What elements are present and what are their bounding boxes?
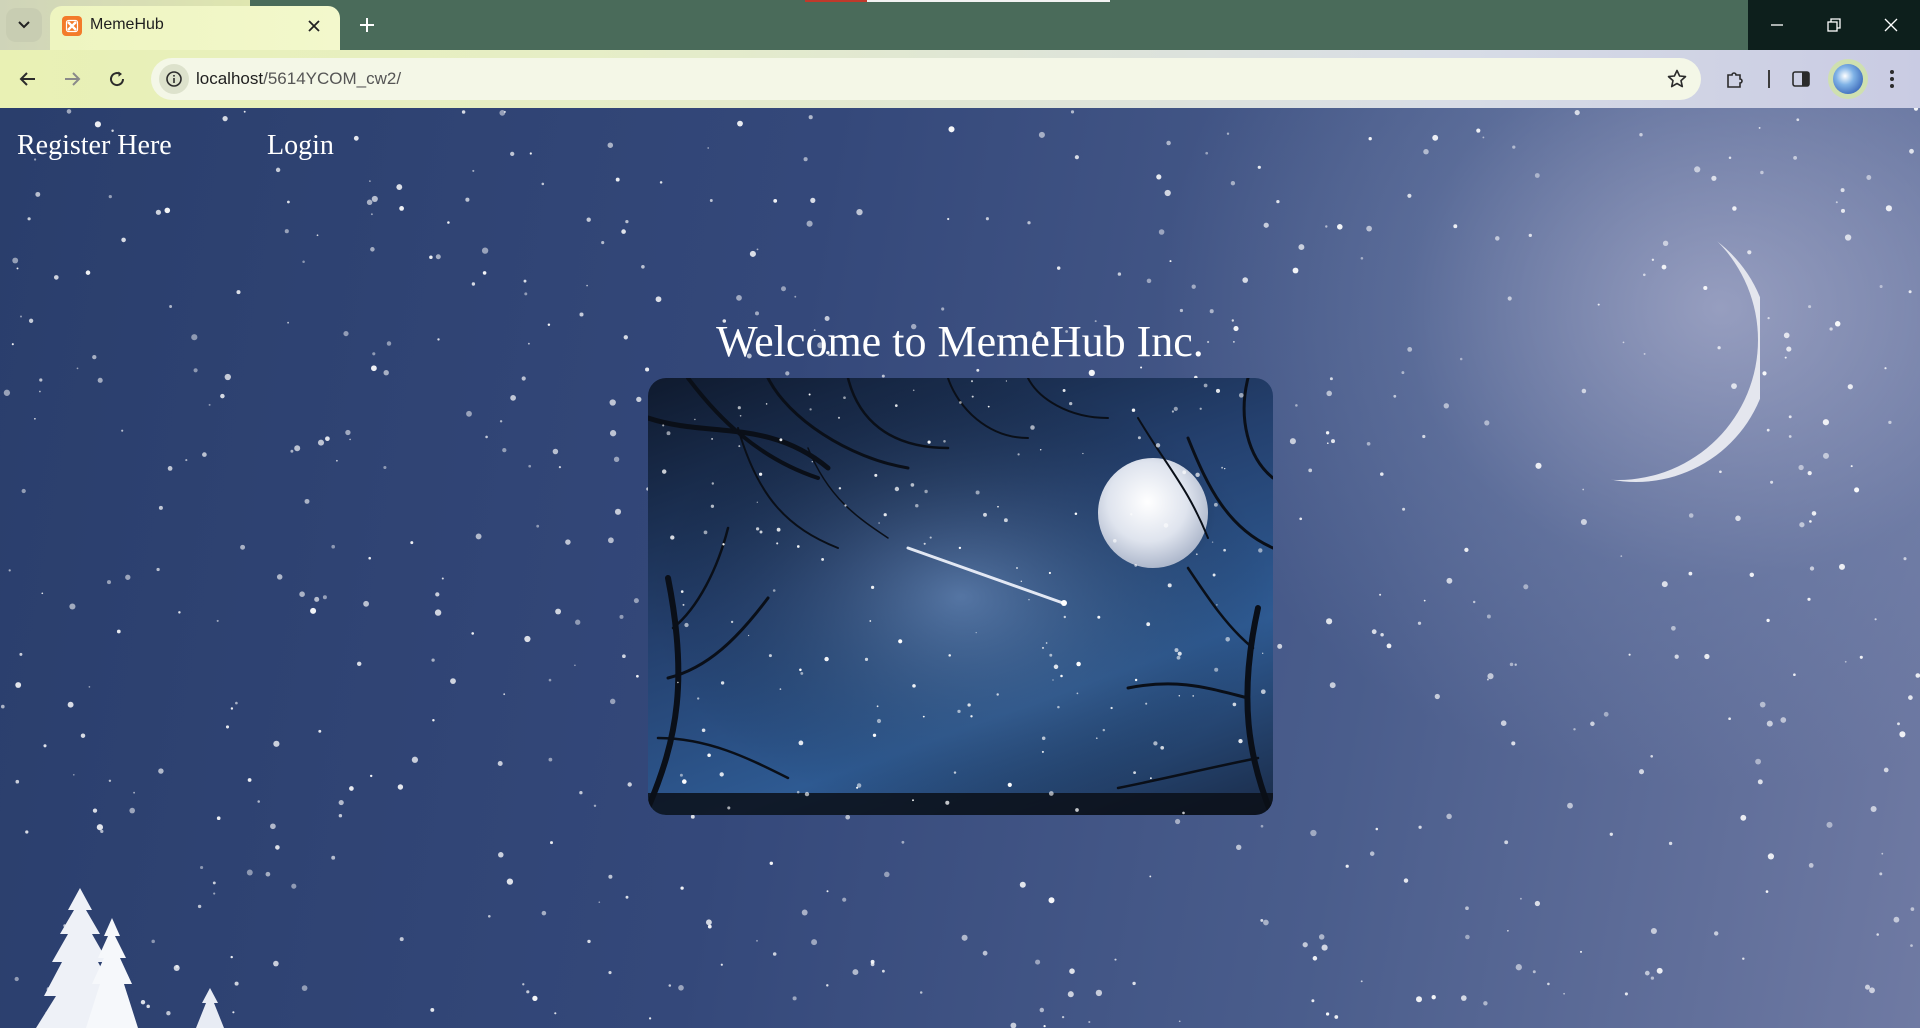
window-title-strip — [805, 0, 1110, 2]
star-icon — [1667, 69, 1687, 88]
browser-menu-button[interactable] — [1876, 63, 1908, 95]
close-window-button[interactable] — [1863, 0, 1920, 50]
restore-button[interactable] — [1805, 0, 1862, 50]
browser-toolbar: localhost/5614YCOM_cw2/ — [0, 50, 1920, 108]
site-info-icon — [166, 71, 182, 87]
avatar-icon — [1833, 64, 1863, 94]
restore-icon — [1827, 18, 1841, 32]
plus-icon — [360, 18, 374, 32]
page-title: Welcome to MemeHub Inc. — [716, 317, 1204, 366]
tab-search-button[interactable] — [6, 8, 42, 42]
side-panel-button[interactable] — [1785, 63, 1817, 95]
back-button[interactable] — [12, 63, 44, 95]
address-bar[interactable]: localhost/5614YCOM_cw2/ — [151, 58, 1701, 100]
new-tab-button[interactable] — [352, 10, 382, 40]
chevron-down-icon — [18, 21, 30, 29]
snowy-trees-decoration — [36, 888, 224, 1028]
extensions-button[interactable] — [1719, 63, 1751, 95]
url-path: /5614YCOM_cw2/ — [263, 69, 402, 88]
toolbar-separator — [1768, 70, 1770, 88]
url-text: localhost/5614YCOM_cw2/ — [196, 69, 401, 89]
night-sky-illustration — [648, 378, 1273, 815]
profile-button[interactable] — [1828, 59, 1868, 99]
login-link[interactable]: Login — [267, 130, 334, 162]
tab-title: MemeHub — [90, 16, 164, 33]
hero-image — [648, 378, 1273, 815]
minimize-icon — [1770, 24, 1783, 26]
reload-icon — [110, 71, 125, 87]
tab-strip: MemeHub — [0, 0, 1920, 50]
puzzle-icon — [1727, 72, 1743, 88]
reload-button[interactable] — [101, 63, 133, 95]
site-info-button[interactable] — [159, 64, 189, 94]
close-icon — [308, 20, 320, 32]
bookmark-button[interactable] — [1665, 67, 1689, 91]
full-moon — [1098, 458, 1208, 568]
url-host: localhost — [196, 69, 264, 88]
arrow-left-icon — [19, 72, 35, 86]
page-viewport: Register Here Login Welcome to MemeHub I… — [0, 108, 1920, 1028]
side-panel-icon — [1792, 71, 1810, 87]
xampp-icon — [62, 16, 82, 36]
active-tab[interactable]: MemeHub — [50, 6, 340, 50]
close-window-icon — [1884, 18, 1898, 32]
window-controls — [1748, 0, 1920, 50]
forward-button[interactable] — [56, 63, 88, 95]
kebab-menu-icon — [1890, 70, 1894, 88]
minimize-button[interactable] — [1748, 0, 1805, 50]
register-link[interactable]: Register Here — [17, 130, 172, 162]
arrow-right-icon — [65, 72, 81, 86]
tab-close-button[interactable] — [302, 14, 326, 38]
